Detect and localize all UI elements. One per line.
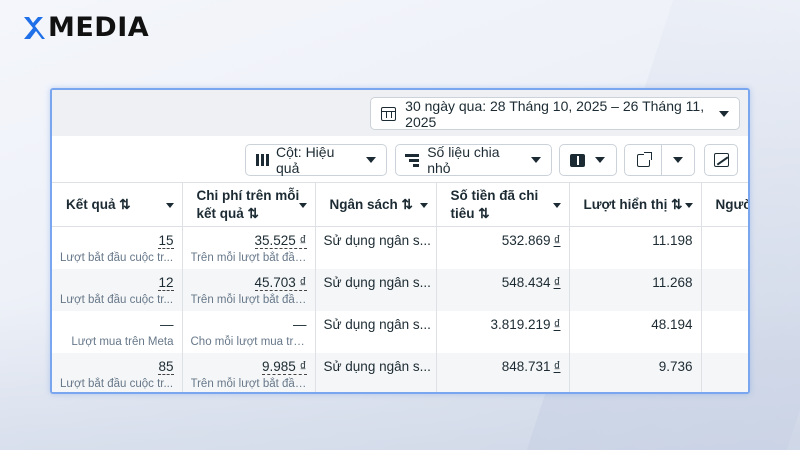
amount-spent-value: 532.869	[501, 233, 551, 248]
export-menu-button[interactable]	[661, 144, 695, 176]
chevron-down-icon[interactable]	[552, 203, 561, 208]
impressions-value: 11.198	[652, 233, 693, 248]
columns-label: Cột: Hiệu quả	[276, 144, 335, 176]
currency-symbol: ₫	[553, 233, 561, 248]
reports-button[interactable]	[559, 144, 617, 176]
impressions-value: 48.194	[651, 316, 693, 332]
result-type: Lượt bắt đầu cuộc tr...	[60, 293, 174, 306]
chevron-down-icon[interactable]	[165, 203, 174, 208]
budget-value: Sử dụng ngân s...	[323, 316, 431, 332]
brand-name: MEDIA	[48, 12, 150, 43]
amount-spent-value: 3.819.219	[490, 316, 551, 332]
cost-per-result-type: Trên mỗi lượt bắt đầu...	[190, 252, 307, 264]
date-range-label: 30 ngày qua: 28 Tháng 10, 2025 – 26 Thán…	[405, 97, 705, 130]
campaign-table-wrapper: Kết quả ⇅ Chi phí trên mỗi kết quả ⇅ Ngâ…	[52, 182, 748, 392]
amount-spent-value: 548.434	[501, 274, 551, 290]
amount-spent-value: 848.731	[501, 358, 551, 374]
toolbar: Cột: Hiệu quả Số liệu chia nhỏ	[52, 136, 748, 182]
breakdown-icon	[405, 154, 420, 167]
cost-per-result-type: Trên mỗi lượt bắt đầu...	[190, 293, 307, 306]
currency-symbol: ₫	[553, 358, 561, 374]
breakdown-button[interactable]: Số liệu chia nhỏ	[395, 144, 552, 176]
calendar-icon	[381, 106, 397, 121]
column-header-budget[interactable]: Ngân sách ⇅	[315, 182, 437, 227]
cost-per-result-type: Cho mỗi lượt mua trê...	[190, 335, 307, 348]
cost-per-result-value[interactable]: 45.703 ₫	[191, 274, 307, 291]
cost-per-result-value[interactable]: 9.985 ₫	[191, 358, 307, 375]
chevron-down-icon	[673, 157, 683, 163]
ads-manager-panel: 30 ngày qua: 28 Tháng 10, 2025 – 26 Thán…	[50, 88, 750, 394]
cost-per-result-type: Trên mỗi lượt bắt đầu...	[190, 377, 307, 390]
column-header-amount-spent[interactable]: Số tiền đã chi tiêu ⇅	[436, 182, 570, 227]
result-type: Lượt bắt đầu cuộc tr...	[60, 377, 174, 390]
result-value[interactable]: 12	[60, 274, 174, 291]
table-row[interactable]: 12 Lượt bắt đầu cuộc tr... 45.703 ₫ Trên m…	[52, 268, 748, 311]
currency-symbol: ₫	[553, 274, 561, 290]
date-range-picker[interactable]: 30 ngày qua: 28 Tháng 10, 2025 – 26 Thán…	[370, 97, 740, 130]
columns-icon	[256, 154, 269, 166]
column-header-impressions[interactable]: Lượt hiển thị ⇅	[569, 182, 702, 227]
impressions-value: 9.736	[658, 358, 693, 374]
cost-per-result-value: —	[293, 316, 307, 332]
result-type: Lượt mua trên Meta	[71, 335, 174, 348]
budget-value: Sử dụng ngân s...	[323, 274, 431, 290]
chevron-down-icon	[531, 157, 541, 163]
breakdown-label: Số liệu chia nhỏ	[427, 144, 500, 176]
export-icon	[636, 151, 652, 167]
date-strip: 30 ngày qua: 28 Tháng 10, 2025 – 26 Thán…	[52, 90, 748, 136]
logo-icon	[22, 15, 46, 41]
result-value: —	[160, 316, 174, 332]
chevron-down-icon	[595, 157, 605, 163]
currency-symbol: ₫	[553, 316, 561, 332]
table-row[interactable]: 15 Lượt bắt đầu cuộc tr... 35.525 ₫ Trên m…	[52, 226, 748, 269]
table-row[interactable]: 85 Lượt bắt đầu cuộc tr... 9.985 ₫ Trên mỗ…	[52, 352, 748, 392]
result-value[interactable]: 15	[60, 233, 174, 249]
chevron-down-icon	[366, 157, 376, 163]
table-row[interactable]: — Lượt mua trên Meta — Cho mỗi lượt mua tr…	[52, 310, 748, 353]
chevron-down-icon[interactable]	[684, 203, 693, 208]
chart-icon	[713, 153, 729, 167]
charts-button[interactable]	[704, 144, 738, 176]
cost-per-result-value[interactable]: 35.525 ₫	[191, 233, 307, 249]
export-button[interactable]	[624, 144, 662, 176]
result-type: Lượt bắt đầu cuộc tr...	[60, 252, 174, 264]
result-value[interactable]: 85	[60, 358, 174, 375]
reports-icon	[570, 153, 585, 167]
budget-value: Sử dụng ngân s...	[323, 358, 431, 374]
table-header-row: Kết quả ⇅ Chi phí trên mỗi kết quả ⇅ Ngâ…	[52, 182, 748, 227]
impressions-value: 11.268	[652, 274, 693, 290]
budget-value: Sử dụng ngân s...	[323, 233, 431, 248]
campaign-table: Kết quả ⇅ Chi phí trên mỗi kết quả ⇅ Ngâ…	[52, 182, 748, 392]
chevron-down-icon	[719, 110, 729, 117]
column-header-cost-per-result[interactable]: Chi phí trên mỗi kết quả ⇅	[182, 182, 316, 227]
chevron-down-icon[interactable]	[419, 203, 428, 208]
brand-logo: MEDIA	[22, 14, 149, 42]
column-header-reach[interactable]: Người ⇅	[701, 182, 748, 227]
columns-button[interactable]: Cột: Hiệu quả	[245, 144, 387, 176]
chevron-down-icon[interactable]	[298, 203, 307, 208]
column-header-results[interactable]: Kết quả ⇅	[52, 182, 183, 227]
